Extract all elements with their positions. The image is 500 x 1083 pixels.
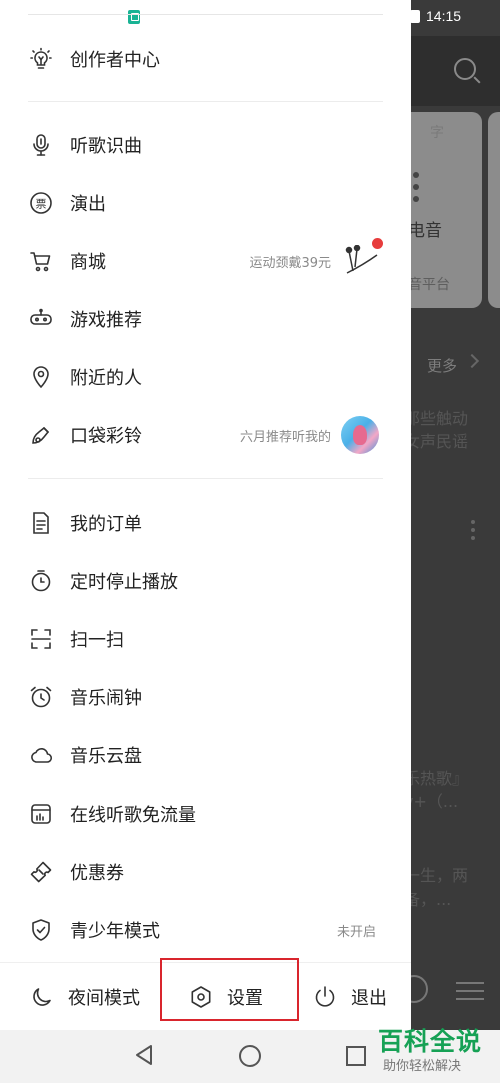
- ringtone-thumbnail: [341, 416, 379, 454]
- notification-badge: [372, 238, 383, 249]
- data-plan-icon: [31, 804, 51, 824]
- background-text: 字: [430, 125, 444, 141]
- menu-item-sleep-timer[interactable]: 定时停止播放: [0, 553, 411, 609]
- nav-home-icon[interactable]: [239, 1045, 261, 1067]
- logout-label: 退出: [351, 988, 387, 1009]
- menu-label: 青少年模式: [70, 921, 160, 942]
- menu-label: 创作者中心: [70, 50, 160, 71]
- background-text: 那些触动: [404, 409, 469, 428]
- power-icon: [315, 986, 335, 1007]
- menu-item-coupons[interactable]: 优惠券: [0, 844, 411, 900]
- menu-item-nearby-people[interactable]: 附近的人: [0, 349, 411, 405]
- menu-item-music-alarm[interactable]: 音乐闹钟: [0, 669, 411, 725]
- menu-label: 音乐云盘: [70, 746, 142, 767]
- background-more-label: 更多: [427, 357, 458, 375]
- menu-item-my-orders[interactable]: 我的订单: [0, 495, 411, 551]
- timer-icon: [31, 570, 51, 592]
- nav-recent-apps-icon[interactable]: [346, 1046, 366, 1066]
- ringtone-icon: [32, 426, 50, 444]
- menu-item-music-recognition[interactable]: 听歌识曲: [0, 117, 411, 173]
- app-notification-icon: [128, 10, 140, 24]
- search-icon: [454, 58, 476, 80]
- menu-label: 商城: [70, 252, 106, 273]
- ticket-icon: 票: [30, 192, 52, 214]
- background-text: 音平台: [408, 277, 450, 293]
- night-mode-button[interactable]: 夜间模式: [30, 963, 140, 1031]
- menu-label: 扫一扫: [70, 630, 124, 651]
- teen-mode-status: 未开启: [336, 924, 376, 940]
- order-icon: [33, 512, 49, 534]
- watermark-subtitle: 助你轻松解决: [383, 1059, 462, 1074]
- background-text: 一生，两: [404, 866, 469, 885]
- background-text: 备，...: [404, 890, 452, 909]
- shield-icon: [32, 919, 50, 941]
- night-mode-label: 夜间模式: [68, 988, 140, 1009]
- background-text: 女声民谣: [404, 432, 469, 451]
- playlist-icon: [456, 982, 484, 1006]
- side-drawer: 创作者中心 听歌识曲 票 演出 商城 运动颈戴39元 游戏推荐 附近的人 口袋彩…: [0, 0, 411, 1030]
- more-vertical-icon: [471, 520, 475, 544]
- divider: [28, 14, 383, 15]
- menu-label: 优惠券: [70, 863, 124, 884]
- menu-label: 音乐闹钟: [70, 688, 142, 709]
- menu-label: 定时停止播放: [70, 572, 178, 593]
- menu-item-shows[interactable]: 票 演出: [0, 175, 411, 231]
- menu-item-cloud-drive[interactable]: 音乐云盘: [0, 727, 411, 783]
- status-indicator-icon: [410, 10, 420, 23]
- menu-label: 听歌识曲: [70, 136, 142, 157]
- status-time: 14:15: [426, 8, 462, 24]
- background-text: v+（...: [404, 792, 459, 811]
- cart-icon: [30, 252, 51, 272]
- location-icon: [33, 366, 49, 389]
- menu-label: 在线听歌免流量: [70, 805, 196, 826]
- background-card: [488, 112, 500, 308]
- moon-icon: [33, 988, 51, 1006]
- music-recognize-icon: [33, 134, 49, 156]
- menu-item-game-recommendation[interactable]: 游戏推荐: [0, 291, 411, 347]
- divider: [28, 478, 383, 479]
- cloud-icon: [31, 748, 53, 763]
- alarm-icon: [30, 686, 52, 708]
- menu-label: 游戏推荐: [70, 310, 142, 331]
- menu-label: 我的订单: [70, 514, 142, 535]
- menu-item-free-data[interactable]: 在线听歌免流量: [0, 786, 411, 842]
- settings-highlight-box: [160, 958, 299, 1021]
- background-text: 电音: [408, 221, 442, 241]
- divider: [28, 101, 383, 102]
- menu-item-teen-mode[interactable]: 青少年模式 未开启: [0, 902, 411, 958]
- svg-text:票: 票: [36, 198, 47, 211]
- background-text: 乐热歌』: [404, 769, 469, 788]
- logout-button[interactable]: 退出: [313, 963, 387, 1031]
- menu-item-scan[interactable]: 扫一扫: [0, 611, 411, 667]
- scan-icon: [31, 629, 51, 649]
- coupon-icon: [30, 861, 52, 883]
- earphone-thumbnail: [345, 245, 378, 274]
- lightbulb-icon: [30, 47, 52, 69]
- menu-item-creator-center[interactable]: 创作者中心: [0, 31, 411, 87]
- dots-icon: [413, 172, 419, 208]
- gamepad-icon: [30, 308, 52, 325]
- store-promo-text: 运动颈戴39元: [249, 255, 331, 271]
- menu-label: 口袋彩铃: [70, 426, 142, 447]
- nav-back-icon[interactable]: [133, 1044, 155, 1066]
- ringtone-promo-text: 六月推荐听我的: [239, 429, 331, 445]
- menu-label: 附近的人: [70, 368, 142, 389]
- menu-label: 演出: [70, 194, 106, 215]
- watermark-title: 百科全说: [378, 1027, 483, 1056]
